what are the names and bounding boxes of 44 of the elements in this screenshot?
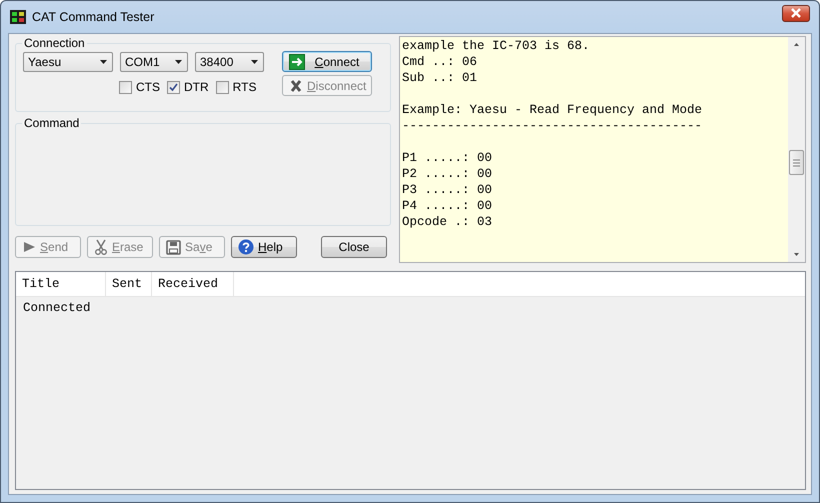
dropdown[interactable]: Yaesu <box>23 52 113 72</box>
grip-icon <box>792 158 801 166</box>
text-line: P1 .....: 00 <box>402 150 494 166</box>
dropdown-arrow-icon <box>251 60 258 64</box>
help-button[interactable]: Help <box>231 236 297 258</box>
checkbox[interactable] <box>119 80 132 94</box>
help-icon <box>238 239 254 255</box>
text-line: Opcode .: 03 <box>402 214 494 230</box>
group-label: Connection <box>23 36 86 50</box>
cross-icon <box>289 78 303 92</box>
dropdown-arrow-icon <box>100 60 107 64</box>
checkbox-label: CTS <box>136 80 160 94</box>
dropdown[interactable]: 38400 <box>195 52 264 72</box>
table-cell-text: Connected <box>22 301 91 315</box>
text-line: Cmd ..: 06 <box>402 54 478 70</box>
dropdown[interactable]: COM1 <box>120 52 188 72</box>
close-button[interactable]: Close <box>321 236 387 258</box>
scissors-icon <box>94 239 108 255</box>
text-line: P3 .....: 00 <box>402 182 494 198</box>
play-icon <box>22 240 36 254</box>
column-header[interactable]: Sent <box>106 272 152 296</box>
column-header[interactable]: Received <box>152 272 234 296</box>
checkbox[interactable] <box>216 80 229 94</box>
connect-button[interactable]: Connect <box>282 51 372 72</box>
text-line: P2 .....: 00 <box>402 166 494 182</box>
text-line: Example: Yaesu - Read Frequency and Mode <box>402 102 704 118</box>
close-button[interactable] <box>782 4 810 22</box>
scrollbar[interactable] <box>788 37 805 262</box>
checkbox[interactable] <box>167 80 180 94</box>
column-header[interactable]: Title <box>16 272 106 296</box>
log-list[interactable]: Title Sent Received Connected <box>15 271 806 490</box>
text-line: example the IC-703 is 68. <box>402 38 591 54</box>
checkbox-label: DTR <box>184 80 209 94</box>
text-line: ---------------------------------------- <box>402 118 704 134</box>
scroll-thumb[interactable] <box>789 150 804 175</box>
group-label: Command <box>23 116 80 130</box>
text-memo[interactable]: example the IC-703 is 68. Cmd ..: 06 Sub ..: 01 Example: Yaesu - Read Frequency and Mode ---------------------------------------- P1 .....: 00 P2 .....: 00 P3 .....: 00 P4 .....: 00 Opcode .: 03 <box>399 36 806 263</box>
window-title: CAT Command Tester <box>32 10 156 24</box>
text-line: P4 .....: 00 <box>402 198 494 214</box>
dropdown-arrow-icon <box>175 60 182 64</box>
close-icon <box>790 8 802 18</box>
text-line: Sub ..: 01 <box>402 70 478 86</box>
checkbox-label: RTS <box>232 80 256 94</box>
app-icon <box>10 10 26 24</box>
